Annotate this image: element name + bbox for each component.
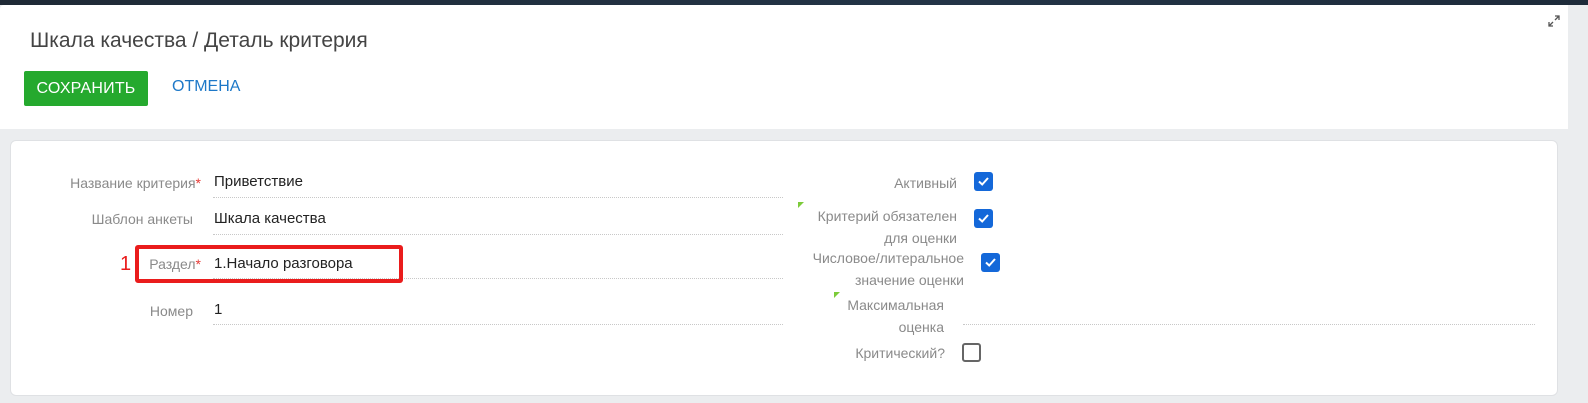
template-field-value[interactable]: Шкала качества [214, 210, 326, 227]
number-field-value[interactable]: 1 [214, 301, 222, 318]
checkmark-icon [978, 214, 989, 223]
save-button[interactable]: СОХРАНИТЬ [24, 71, 148, 106]
name-field-underline [213, 197, 783, 198]
hint-marker-icon [834, 292, 840, 298]
checkmark-icon [985, 258, 996, 267]
name-field-value[interactable]: Приветствие [214, 173, 303, 190]
page-header: Шкала качества / Деталь критерия СОХРАНИ… [0, 5, 1568, 129]
mandatory-checkbox[interactable] [974, 209, 993, 228]
annotation-number: 1 [120, 253, 132, 275]
max-score-underline [963, 324, 1535, 325]
cancel-button[interactable]: ОТМЕНА [172, 78, 240, 96]
template-field-underline [213, 234, 783, 235]
number-field-label: Номер [149, 303, 193, 319]
expand-icon[interactable] [1548, 15, 1560, 27]
numeric-value-checkbox[interactable] [981, 253, 1000, 272]
page-title: Шкала качества / Деталь критерия [30, 29, 368, 52]
max-score-label: Максимальная оценка [847, 297, 944, 335]
criterion-form: Название критерия* Приветствие Шаблон ан… [10, 140, 1558, 396]
numeric-value-label: Числовое/литеральное значение оценки [812, 250, 964, 288]
highlight-box [135, 245, 403, 283]
mandatory-label: Критерий обязателен для оценки [817, 208, 957, 246]
checkmark-icon [978, 177, 989, 186]
template-field-label: Шаблон анкеты [91, 211, 193, 227]
active-checkbox[interactable] [974, 172, 993, 191]
number-field-underline [213, 324, 783, 325]
critical-label: Критический? [855, 345, 945, 361]
active-label: Активный [894, 175, 957, 191]
name-field-label: Название критерия* [70, 175, 201, 191]
critical-checkbox[interactable] [962, 343, 981, 362]
hint-marker-icon [798, 202, 804, 208]
